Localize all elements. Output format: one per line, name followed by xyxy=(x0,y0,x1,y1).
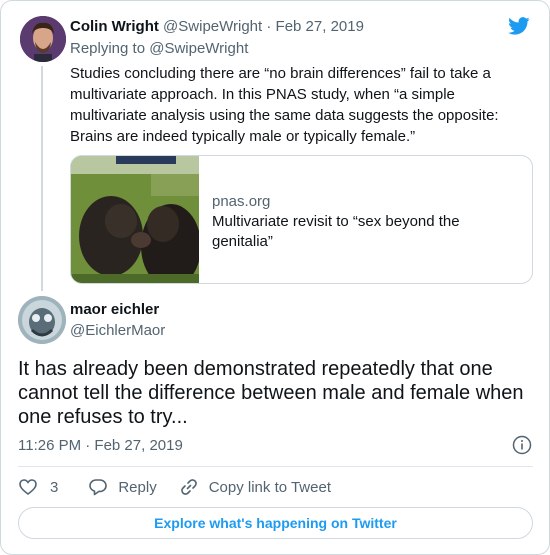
avatar[interactable] xyxy=(18,296,66,344)
twitter-bird-icon[interactable] xyxy=(507,15,531,37)
link-icon xyxy=(180,479,197,495)
author-name[interactable]: Colin Wright xyxy=(70,18,159,35)
author-name[interactable]: maor eichler xyxy=(70,300,159,320)
link-title: Multivariate revisit to “sex beyond the … xyxy=(212,213,460,250)
separator: · xyxy=(266,18,272,35)
reply-button[interactable]: Reply xyxy=(88,477,157,497)
copy-link-button[interactable]: Copy link to Tweet xyxy=(179,477,331,497)
like-button[interactable]: 3 xyxy=(18,477,58,497)
reply-label: Reply xyxy=(118,478,157,496)
avatar-image xyxy=(18,296,66,344)
link-domain: pnas.org xyxy=(212,193,271,210)
tweet-timestamp[interactable]: 11:26 PM · Feb 27, 2019 xyxy=(18,436,183,456)
copy-link-label: Copy link to Tweet xyxy=(208,478,331,496)
tweet-embed-card: Colin Wright @SwipeWright · Feb 27, 2019… xyxy=(0,0,550,555)
heart-icon xyxy=(19,479,37,496)
parent-tweet-text: Studies concluding there are “no brain d… xyxy=(70,65,499,145)
replying-to[interactable]: Replying to @SwipeWright xyxy=(70,39,248,59)
thread-connector xyxy=(41,66,43,291)
parent-tweet-header: Colin Wright @SwipeWright · Feb 27, 2019 xyxy=(70,17,364,37)
info-icon[interactable] xyxy=(512,435,532,455)
avatar-image xyxy=(20,16,66,62)
link-thumbnail-image xyxy=(71,156,199,283)
author-handle[interactable]: @SwipeWright xyxy=(163,18,262,35)
explore-button[interactable]: Explore what's happening on Twitter xyxy=(18,507,533,539)
like-count: 3 xyxy=(50,478,59,496)
tweet-text: It has already been demonstrated repeate… xyxy=(18,358,524,428)
tweet-actions: 3 Reply Copy link to Tweet xyxy=(18,476,331,498)
divider xyxy=(18,466,533,467)
reply-bubble-icon xyxy=(89,479,108,496)
tweet-date[interactable]: Feb 27, 2019 xyxy=(276,18,364,35)
link-preview-card[interactable]: pnas.org Multivariate revisit to “sex be… xyxy=(70,155,533,284)
avatar[interactable] xyxy=(20,16,66,62)
author-handle[interactable]: @EichlerMaor xyxy=(70,321,165,341)
